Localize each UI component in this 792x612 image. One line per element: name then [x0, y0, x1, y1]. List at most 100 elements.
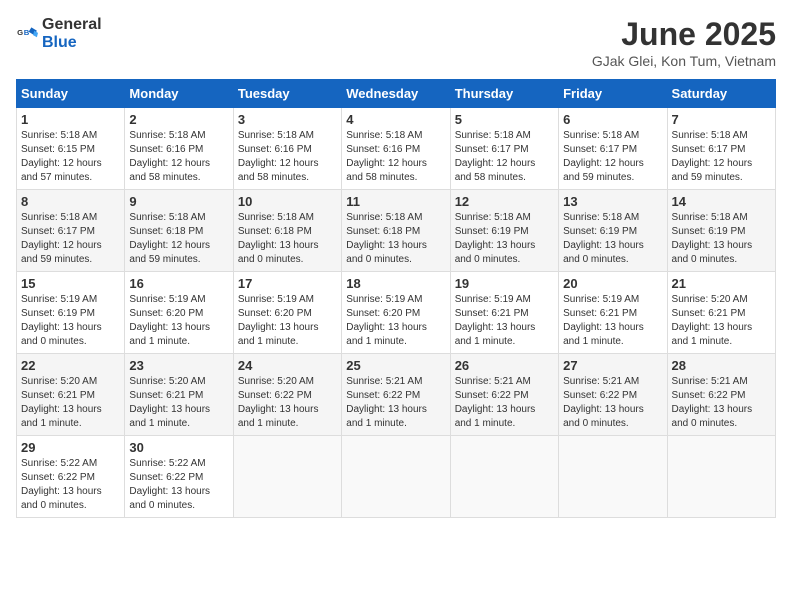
- logo: G B General Blue: [16, 16, 102, 52]
- weekday-header-cell: Monday: [125, 80, 233, 108]
- calendar-day-cell: 9 Sunrise: 5:18 AM Sunset: 6:18 PM Dayli…: [125, 190, 233, 272]
- day-info: Sunrise: 5:18 AM Sunset: 6:18 PM Dayligh…: [129, 211, 228, 267]
- day-info: Sunrise: 5:18 AM Sunset: 6:18 PM Dayligh…: [346, 211, 445, 267]
- calendar-day-cell: 12 Sunrise: 5:18 AM Sunset: 6:19 PM Dayl…: [450, 190, 558, 272]
- calendar-body: 1 Sunrise: 5:18 AM Sunset: 6:15 PM Dayli…: [17, 108, 776, 518]
- day-number: 2: [129, 112, 228, 127]
- logo-icon: G B: [16, 23, 38, 45]
- day-number: 4: [346, 112, 445, 127]
- day-number: 15: [21, 276, 120, 291]
- day-info: Sunrise: 5:19 AM Sunset: 6:21 PM Dayligh…: [563, 293, 662, 349]
- day-info: Sunrise: 5:20 AM Sunset: 6:21 PM Dayligh…: [129, 375, 228, 431]
- day-number: 27: [563, 358, 662, 373]
- day-info: Sunrise: 5:18 AM Sunset: 6:17 PM Dayligh…: [21, 211, 120, 267]
- calendar-week-row: 1 Sunrise: 5:18 AM Sunset: 6:15 PM Dayli…: [17, 108, 776, 190]
- day-number: 20: [563, 276, 662, 291]
- calendar-day-cell: 19 Sunrise: 5:19 AM Sunset: 6:21 PM Dayl…: [450, 272, 558, 354]
- day-info: Sunrise: 5:18 AM Sunset: 6:16 PM Dayligh…: [346, 129, 445, 185]
- calendar-day-cell: 26 Sunrise: 5:21 AM Sunset: 6:22 PM Dayl…: [450, 354, 558, 436]
- day-number: 22: [21, 358, 120, 373]
- page-header: G B General Blue June 2025 GJak Glei, Ko…: [16, 16, 776, 69]
- calendar-day-cell: 5 Sunrise: 5:18 AM Sunset: 6:17 PM Dayli…: [450, 108, 558, 190]
- calendar-day-cell: 17 Sunrise: 5:19 AM Sunset: 6:20 PM Dayl…: [233, 272, 341, 354]
- day-number: 14: [672, 194, 771, 209]
- day-info: Sunrise: 5:18 AM Sunset: 6:19 PM Dayligh…: [672, 211, 771, 267]
- weekday-header-cell: Sunday: [17, 80, 125, 108]
- day-info: Sunrise: 5:18 AM Sunset: 6:16 PM Dayligh…: [238, 129, 337, 185]
- svg-text:G: G: [17, 28, 23, 37]
- weekday-header-cell: Wednesday: [342, 80, 450, 108]
- day-info: Sunrise: 5:18 AM Sunset: 6:17 PM Dayligh…: [455, 129, 554, 185]
- calendar-day-cell: [559, 436, 667, 518]
- day-number: 24: [238, 358, 337, 373]
- calendar-week-row: 29 Sunrise: 5:22 AM Sunset: 6:22 PM Dayl…: [17, 436, 776, 518]
- calendar-day-cell: 7 Sunrise: 5:18 AM Sunset: 6:17 PM Dayli…: [667, 108, 775, 190]
- day-info: Sunrise: 5:20 AM Sunset: 6:21 PM Dayligh…: [21, 375, 120, 431]
- day-info: Sunrise: 5:21 AM Sunset: 6:22 PM Dayligh…: [563, 375, 662, 431]
- day-number: 1: [21, 112, 120, 127]
- day-number: 8: [21, 194, 120, 209]
- calendar-week-row: 8 Sunrise: 5:18 AM Sunset: 6:17 PM Dayli…: [17, 190, 776, 272]
- weekday-header-cell: Tuesday: [233, 80, 341, 108]
- calendar-day-cell: 28 Sunrise: 5:21 AM Sunset: 6:22 PM Dayl…: [667, 354, 775, 436]
- day-info: Sunrise: 5:18 AM Sunset: 6:17 PM Dayligh…: [563, 129, 662, 185]
- calendar-day-cell: 29 Sunrise: 5:22 AM Sunset: 6:22 PM Dayl…: [17, 436, 125, 518]
- calendar-day-cell: 10 Sunrise: 5:18 AM Sunset: 6:18 PM Dayl…: [233, 190, 341, 272]
- day-info: Sunrise: 5:21 AM Sunset: 6:22 PM Dayligh…: [455, 375, 554, 431]
- calendar-day-cell: 15 Sunrise: 5:19 AM Sunset: 6:19 PM Dayl…: [17, 272, 125, 354]
- day-info: Sunrise: 5:18 AM Sunset: 6:18 PM Dayligh…: [238, 211, 337, 267]
- day-number: 3: [238, 112, 337, 127]
- day-info: Sunrise: 5:19 AM Sunset: 6:20 PM Dayligh…: [346, 293, 445, 349]
- day-number: 21: [672, 276, 771, 291]
- day-info: Sunrise: 5:20 AM Sunset: 6:22 PM Dayligh…: [238, 375, 337, 431]
- day-number: 19: [455, 276, 554, 291]
- day-info: Sunrise: 5:18 AM Sunset: 6:19 PM Dayligh…: [455, 211, 554, 267]
- calendar-day-cell: [450, 436, 558, 518]
- day-number: 25: [346, 358, 445, 373]
- calendar-day-cell: 11 Sunrise: 5:18 AM Sunset: 6:18 PM Dayl…: [342, 190, 450, 272]
- day-number: 9: [129, 194, 228, 209]
- svg-text:B: B: [24, 28, 30, 37]
- calendar-day-cell: 6 Sunrise: 5:18 AM Sunset: 6:17 PM Dayli…: [559, 108, 667, 190]
- day-number: 29: [21, 440, 120, 455]
- day-number: 28: [672, 358, 771, 373]
- day-number: 26: [455, 358, 554, 373]
- day-number: 30: [129, 440, 228, 455]
- title-area: June 2025 GJak Glei, Kon Tum, Vietnam: [592, 16, 776, 69]
- day-info: Sunrise: 5:19 AM Sunset: 6:21 PM Dayligh…: [455, 293, 554, 349]
- logo-general-text: General: [42, 16, 102, 33]
- calendar-day-cell: 21 Sunrise: 5:20 AM Sunset: 6:21 PM Dayl…: [667, 272, 775, 354]
- calendar-day-cell: 14 Sunrise: 5:18 AM Sunset: 6:19 PM Dayl…: [667, 190, 775, 272]
- calendar-day-cell: 24 Sunrise: 5:20 AM Sunset: 6:22 PM Dayl…: [233, 354, 341, 436]
- calendar-day-cell: 22 Sunrise: 5:20 AM Sunset: 6:21 PM Dayl…: [17, 354, 125, 436]
- day-info: Sunrise: 5:19 AM Sunset: 6:19 PM Dayligh…: [21, 293, 120, 349]
- day-number: 11: [346, 194, 445, 209]
- day-number: 12: [455, 194, 554, 209]
- day-info: Sunrise: 5:22 AM Sunset: 6:22 PM Dayligh…: [129, 457, 228, 513]
- day-info: Sunrise: 5:19 AM Sunset: 6:20 PM Dayligh…: [238, 293, 337, 349]
- day-number: 17: [238, 276, 337, 291]
- day-info: Sunrise: 5:18 AM Sunset: 6:16 PM Dayligh…: [129, 129, 228, 185]
- calendar-table: SundayMondayTuesdayWednesdayThursdayFrid…: [16, 79, 776, 518]
- day-info: Sunrise: 5:22 AM Sunset: 6:22 PM Dayligh…: [21, 457, 120, 513]
- calendar-day-cell: 18 Sunrise: 5:19 AM Sunset: 6:20 PM Dayl…: [342, 272, 450, 354]
- calendar-day-cell: 13 Sunrise: 5:18 AM Sunset: 6:19 PM Dayl…: [559, 190, 667, 272]
- calendar-day-cell: 3 Sunrise: 5:18 AM Sunset: 6:16 PM Dayli…: [233, 108, 341, 190]
- calendar-day-cell: 4 Sunrise: 5:18 AM Sunset: 6:16 PM Dayli…: [342, 108, 450, 190]
- day-number: 23: [129, 358, 228, 373]
- weekday-header-row: SundayMondayTuesdayWednesdayThursdayFrid…: [17, 80, 776, 108]
- day-number: 13: [563, 194, 662, 209]
- day-info: Sunrise: 5:18 AM Sunset: 6:15 PM Dayligh…: [21, 129, 120, 185]
- day-info: Sunrise: 5:19 AM Sunset: 6:20 PM Dayligh…: [129, 293, 228, 349]
- calendar-day-cell: 16 Sunrise: 5:19 AM Sunset: 6:20 PM Dayl…: [125, 272, 233, 354]
- calendar-week-row: 22 Sunrise: 5:20 AM Sunset: 6:21 PM Dayl…: [17, 354, 776, 436]
- day-number: 6: [563, 112, 662, 127]
- day-number: 18: [346, 276, 445, 291]
- calendar-day-cell: 23 Sunrise: 5:20 AM Sunset: 6:21 PM Dayl…: [125, 354, 233, 436]
- calendar-day-cell: 27 Sunrise: 5:21 AM Sunset: 6:22 PM Dayl…: [559, 354, 667, 436]
- weekday-header-cell: Friday: [559, 80, 667, 108]
- calendar-day-cell: 8 Sunrise: 5:18 AM Sunset: 6:17 PM Dayli…: [17, 190, 125, 272]
- calendar-day-cell: [233, 436, 341, 518]
- calendar-day-cell: [667, 436, 775, 518]
- calendar-day-cell: 2 Sunrise: 5:18 AM Sunset: 6:16 PM Dayli…: [125, 108, 233, 190]
